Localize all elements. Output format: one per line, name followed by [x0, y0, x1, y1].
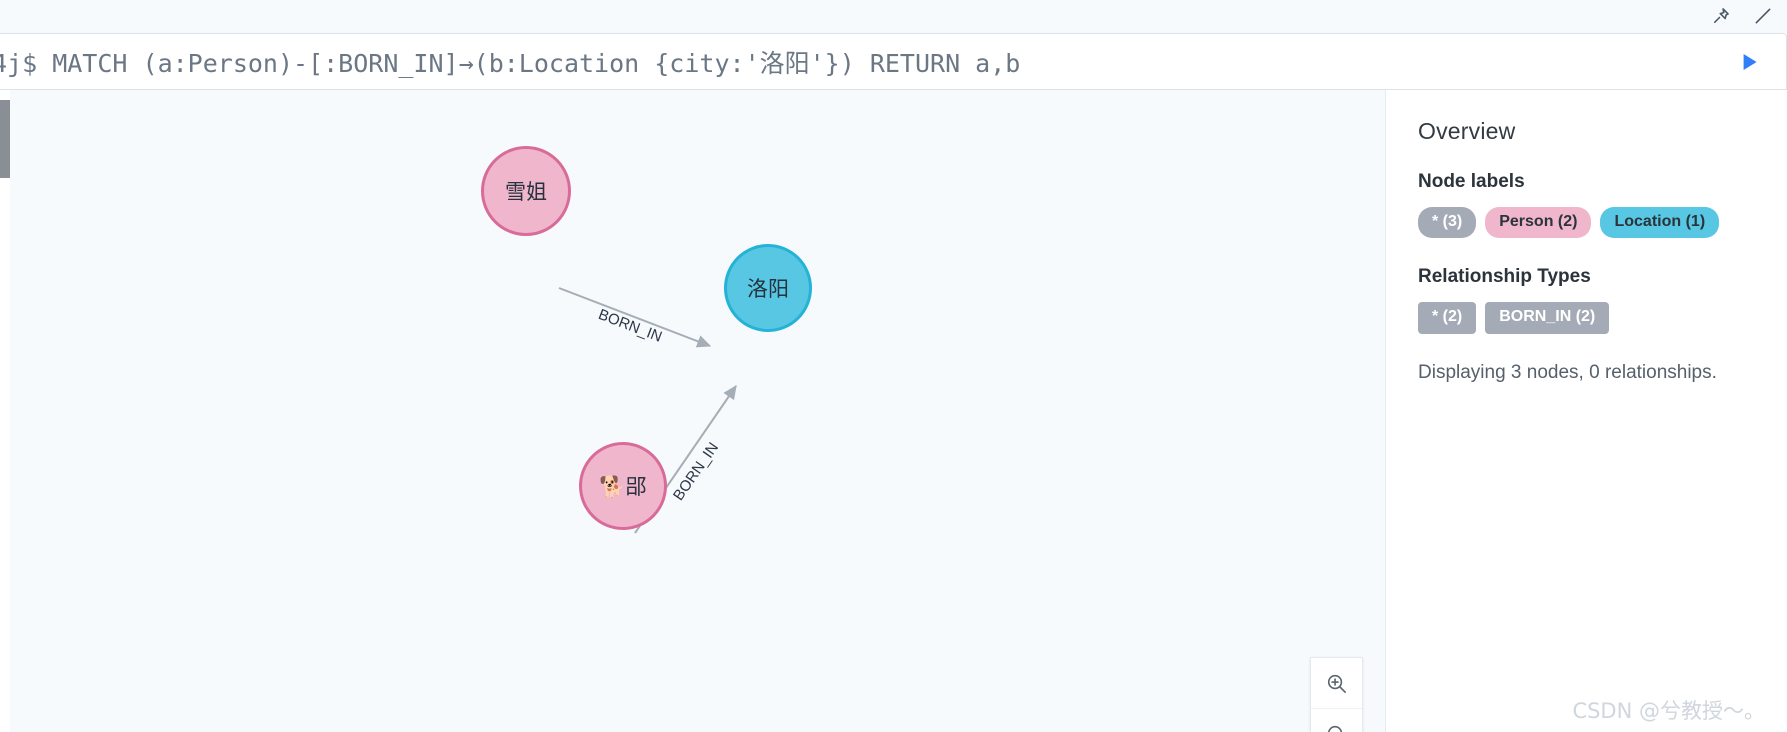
play-icon [1743, 53, 1757, 70]
query-text[interactable]: 4j$ MATCH (a:Person)-[:BORN_IN]→(b:Locat… [0, 44, 1020, 80]
overview-panel: Overview Node labels * (3) Person (2) Lo… [1385, 90, 1787, 732]
scrollbar-thumb[interactable] [0, 100, 10, 178]
graph-node-caption: 洛阳 [747, 277, 789, 301]
overview-title: Overview [1418, 118, 1516, 144]
graph-node-person-xuejie[interactable]: 雪姐 [481, 146, 571, 236]
magnifier-plus-icon [1327, 674, 1346, 693]
relationship-types-heading: Relationship Types [1418, 266, 1591, 288]
neo4j-browser-result-frame: 4j$ MATCH (a:Person)-[:BORN_IN]→(b:Locat… [0, 0, 1787, 732]
relationship-type-chip-born-in[interactable]: BORN_IN (2) [1485, 302, 1610, 334]
frame-titlebar-actions [1711, 2, 1773, 30]
query-editor-bar[interactable]: 4j$ MATCH (a:Person)-[:BORN_IN]→(b:Locat… [0, 33, 1787, 90]
result-body: BORN_IN BORN_IN 雪姐 洛阳 🐕郘 Overview Node l… [0, 90, 1787, 732]
graph-node-caption: 🐕郘 [599, 475, 647, 499]
run-query-button[interactable] [1732, 45, 1766, 79]
graph-node-caption: 雪姐 [505, 180, 547, 204]
result-scroll-rail[interactable] [0, 90, 10, 732]
relationship-types-chip-row: * (2) BORN_IN (2) [1418, 302, 1761, 334]
node-label-chip-person[interactable]: Person (2) [1485, 207, 1592, 239]
graph-zoom-controls [1310, 657, 1363, 732]
node-label-chip-all[interactable]: * (3) [1418, 207, 1477, 239]
node-labels-heading: Node labels [1418, 171, 1525, 192]
expand-icon[interactable] [1753, 6, 1773, 26]
graph-node-location-luoyang[interactable]: 洛阳 [724, 244, 812, 332]
frame-titlebar [0, 0, 1787, 33]
node-label-chip-location[interactable]: Location (1) [1600, 207, 1720, 239]
displaying-summary: Displaying 3 nodes, 0 relationships. [1418, 361, 1717, 383]
graph-edges-layer [558, 287, 737, 534]
magnifier-minus-icon [1327, 725, 1343, 732]
graph-visualization-canvas[interactable]: BORN_IN BORN_IN 雪姐 洛阳 🐕郘 [10, 90, 1385, 732]
zoom-in-button[interactable] [1311, 658, 1362, 709]
node-labels-chip-row: * (3) Person (2) Location (1) [1418, 207, 1761, 239]
zoom-out-button[interactable] [1311, 709, 1362, 732]
graph-node-person-dog-lu[interactable]: 🐕郘 [579, 442, 667, 530]
relationship-type-chip-all[interactable]: * (2) [1418, 302, 1477, 334]
relationship-line-born-in-1[interactable] [558, 287, 712, 348]
pin-icon[interactable] [1711, 6, 1731, 26]
